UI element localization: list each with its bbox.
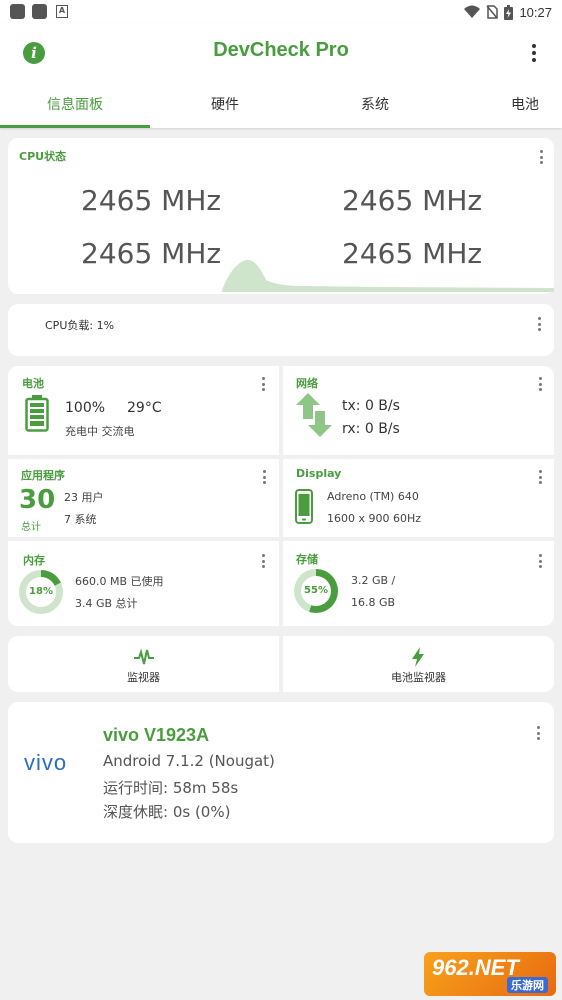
- apps-total: 30: [19, 485, 56, 515]
- notification-a-icon: A: [56, 5, 68, 18]
- wifi-icon: [464, 5, 481, 18]
- battery-charging-icon: [504, 4, 514, 20]
- card-menu-icon[interactable]: [537, 470, 543, 484]
- memory-percent: 18%: [26, 577, 56, 607]
- app-bar: i DevCheck Pro 信息面板 硬件 系统 电池: [0, 24, 562, 128]
- monitor-label: 监视器: [127, 671, 160, 684]
- clock: 10:27: [519, 4, 552, 20]
- site-watermark: 962.NET 乐游网: [424, 952, 556, 996]
- no-sim-icon: [486, 5, 499, 19]
- status-icons: 10:27: [464, 3, 552, 21]
- storage-percent: 55%: [301, 576, 331, 606]
- battery-temp: 29°C: [127, 400, 162, 416]
- device-deep-sleep: 深度休眠: 0s (0%): [103, 803, 231, 821]
- status-bar: A 10:27: [0, 0, 562, 24]
- card-menu-icon[interactable]: [536, 317, 542, 331]
- card-menu-icon[interactable]: [261, 470, 267, 484]
- tab-hardware[interactable]: 硬件: [150, 88, 300, 128]
- device-card[interactable]: vivo vivo V1923A Android 7.1.2 (Nougat) …: [8, 702, 554, 843]
- battery-monitor-label: 电池监视器: [391, 671, 446, 684]
- card-menu-icon[interactable]: [260, 377, 266, 391]
- tab-indicator: [0, 125, 150, 128]
- display-resolution: 1600 x 900 60Hz: [327, 512, 422, 525]
- apps-title: 应用程序: [21, 469, 65, 482]
- card-menu-icon[interactable]: [535, 726, 541, 740]
- display-title: Display: [296, 467, 342, 480]
- cpu-core-freq: 2465 MHz: [81, 237, 222, 270]
- tab-battery[interactable]: 电池: [450, 88, 562, 128]
- apps-total-label: 总计: [21, 522, 41, 533]
- network-card[interactable]: 网络 tx: 0 B/s rx: 0 B/s: [283, 366, 554, 455]
- apps-system: 7 系统: [64, 513, 97, 526]
- device-model: vivo V1923A: [103, 725, 210, 745]
- cpu-load-card[interactable]: CPU负载: 1%: [8, 304, 554, 356]
- display-card[interactable]: Display Adreno (TM) 640 1600 x 900 60Hz: [283, 459, 554, 537]
- cpu-core-freq: 2465 MHz: [342, 237, 483, 270]
- cpu-load-label: CPU负载: 1%: [45, 319, 115, 332]
- display-gpu: Adreno (TM) 640: [327, 490, 419, 503]
- vivo-logo: vivo: [24, 750, 68, 775]
- battery-level: 100%: [65, 400, 106, 416]
- watermark-subtext: 乐游网: [507, 977, 548, 993]
- apps-user: 23 用户: [64, 491, 104, 504]
- storage-card[interactable]: 存储 55% 3.2 GB / 16.8 GB: [283, 541, 554, 626]
- battery-monitor-button[interactable]: 电池监视器: [283, 636, 554, 692]
- storage-total: 16.8 GB: [351, 596, 396, 609]
- network-tx: tx: 0 B/s: [342, 398, 400, 414]
- notification-icon: [32, 4, 47, 19]
- notification-icon: [10, 4, 25, 19]
- memory-used: 660.0 MB 已使用: [75, 575, 164, 588]
- app-title: DevCheck Pro: [213, 39, 349, 61]
- apps-card[interactable]: 应用程序 30 总计 23 用户 7 系统: [8, 459, 279, 537]
- cpu-core-freq: 2465 MHz: [342, 184, 483, 217]
- storage-used: 3.2 GB /: [351, 574, 396, 587]
- network-transfer-icon: [296, 393, 332, 437]
- storage-usage-donut: 55%: [294, 569, 338, 613]
- battery-full-icon: [25, 395, 49, 432]
- pulse-icon: [134, 648, 154, 665]
- storage-title: 存储: [296, 553, 318, 566]
- memory-usage-donut: 18%: [19, 570, 63, 614]
- battery-status: 充电中 交流电: [65, 425, 135, 438]
- device-android-version: Android 7.1.2 (Nougat): [103, 752, 275, 770]
- memory-card[interactable]: 内存 18% 660.0 MB 已使用 3.4 GB 总计: [8, 541, 279, 626]
- battery-card[interactable]: 电池 100% 29°C 充电中 交流电: [8, 366, 279, 455]
- cpu-core-freq: 2465 MHz: [81, 184, 222, 217]
- overflow-menu-icon[interactable]: [526, 42, 542, 64]
- card-menu-icon[interactable]: [260, 554, 266, 568]
- watermark-text: 962.NET: [432, 955, 519, 980]
- card-menu-icon[interactable]: [537, 554, 543, 568]
- card-menu-icon[interactable]: [537, 377, 543, 391]
- tab-bar: 信息面板 硬件 系统 电池: [0, 88, 562, 128]
- network-rx: rx: 0 B/s: [342, 421, 400, 437]
- monitor-button[interactable]: 监视器: [8, 636, 279, 692]
- card-menu-icon[interactable]: [538, 150, 544, 164]
- bolt-icon: [412, 647, 424, 667]
- network-title: 网络: [296, 377, 318, 390]
- device-uptime: 运行时间: 58m 58s: [103, 779, 239, 797]
- cpu-status-title: CPU状态: [19, 150, 67, 163]
- memory-total: 3.4 GB 总计: [75, 597, 138, 610]
- memory-title: 内存: [23, 554, 45, 567]
- phone-icon: [295, 489, 313, 524]
- cpu-status-card[interactable]: CPU状态 2465 MHz 2465 MHz 2465 MHz 2465 MH…: [8, 138, 554, 294]
- tab-dashboard[interactable]: 信息面板: [0, 88, 150, 128]
- tab-system[interactable]: 系统: [300, 88, 450, 128]
- battery-title: 电池: [22, 377, 44, 390]
